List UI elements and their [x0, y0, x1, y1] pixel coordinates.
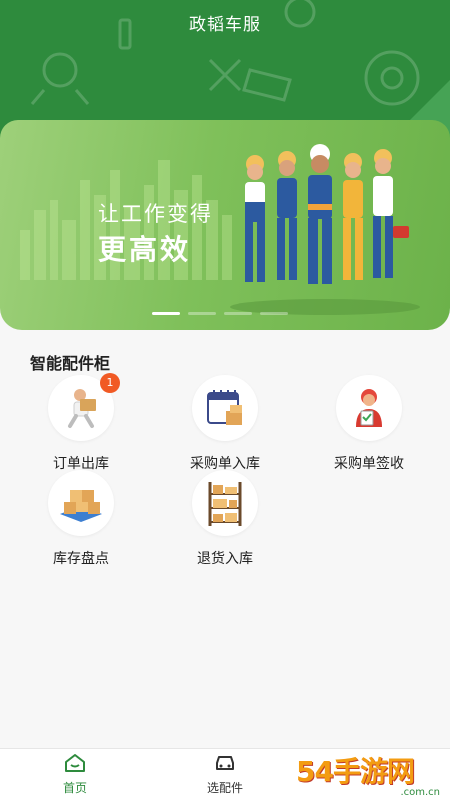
tab-home[interactable]: 首页 — [35, 753, 115, 796]
tile-purchase-inbound[interactable]: 采购单入库 — [170, 375, 280, 473]
box-pallet-icon — [60, 490, 102, 522]
warehouse-shelf-icon — [208, 482, 242, 526]
workers-illustration — [230, 144, 420, 315]
carousel-indicator — [152, 312, 288, 315]
tile-icon-wrap — [336, 375, 402, 441]
home-icon — [65, 754, 85, 772]
tab-label: 选配件 — [206, 781, 243, 795]
bottom-tab-bar: 首页 选配件 54手游网 .com.cn — [0, 748, 450, 800]
tile-icon-wrap — [48, 470, 114, 536]
tab-label: 首页 — [62, 781, 87, 795]
banner-subheadline: 更高效 — [98, 233, 192, 266]
promo-banner[interactable]: 让工作变得 更高效 — [0, 120, 450, 330]
watermark-logo: 54手游网 .com.cn — [296, 750, 446, 798]
notification-badge: 1 — [100, 373, 120, 393]
tile-return-inbound[interactable]: 退货入库 — [170, 470, 280, 568]
banner-headline: 让工作变得 — [98, 202, 213, 226]
calendar-boxes-icon — [207, 390, 242, 425]
tile-icon-wrap — [192, 375, 258, 441]
carousel-dot[interactable] — [188, 312, 216, 315]
tile-icon-wrap: 1 — [48, 373, 120, 441]
tile-icon-wrap — [192, 470, 258, 536]
carousel-dot[interactable] — [224, 312, 252, 315]
tile-label: 退货入库 — [197, 551, 253, 567]
tile-label: 采购单签收 — [334, 456, 404, 472]
worker-checklist-icon — [356, 389, 382, 427]
page-title: 政韬车服 — [189, 15, 261, 35]
tile-inventory-count[interactable]: 库存盘点 — [26, 470, 136, 568]
tile-label: 库存盘点 — [53, 551, 109, 567]
courier-delivery-icon — [68, 389, 96, 428]
main-content: 智能配件柜 1 订单出库 采购单入库 采购单签收 库存盘点 退货入库 — [0, 330, 450, 750]
carousel-dot[interactable] — [152, 312, 180, 315]
carousel-dot[interactable] — [260, 312, 288, 315]
watermark-text: 54手游网 — [296, 755, 415, 788]
watermark-subtext: .com.cn — [400, 787, 440, 798]
tile-order-outbound[interactable]: 1 订单出库 — [26, 373, 136, 473]
tab-select-parts[interactable]: 选配件 — [185, 753, 265, 796]
car-icon — [216, 756, 234, 770]
section-title: 智能配件柜 — [30, 354, 111, 373]
tile-purchase-receipt[interactable]: 采购单签收 — [314, 375, 424, 473]
